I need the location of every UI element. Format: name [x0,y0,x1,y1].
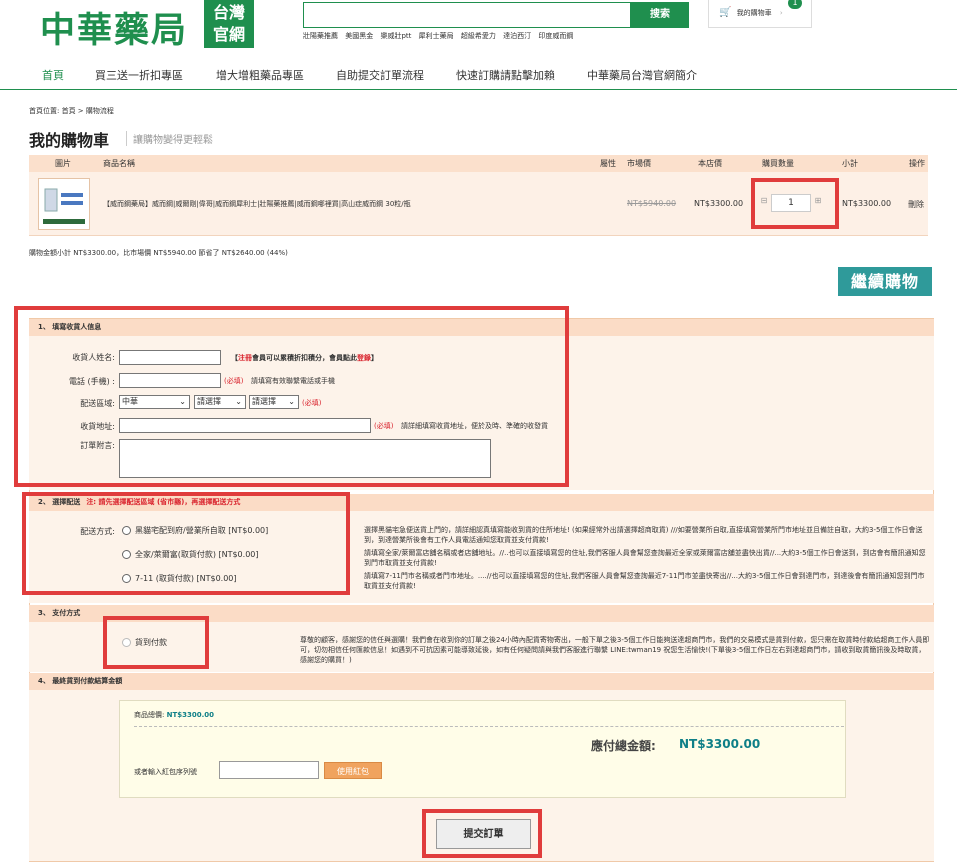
search-input[interactable] [303,2,631,28]
divider [134,726,844,727]
highlight-box [14,306,569,487]
payment-desc: 尊敬的顧客，感謝您的信任與選購！我們會在收到你的訂單之後24小時內配貨寄物寄出，… [300,636,930,664]
grand-total-label: 應付總金額: [591,739,656,753]
logo-badge-line-2: 官網 [212,25,245,44]
col-actions: 操作 [909,159,925,168]
site-logo[interactable]: 中華藥局 [40,2,188,53]
hot-keyword[interactable]: 達泊西汀 [503,32,531,40]
breadcrumb: 首頁位置: 首頁 > 購物流程 [29,107,114,115]
continue-shopping-button[interactable]: 繼續購物 [838,267,932,296]
col-attr: 屬性 [600,159,616,168]
col-name: 商品名稱 [103,159,135,168]
col-qty: 購買數量 [762,159,794,168]
logo-badge-line-1: 台灣 [212,3,245,22]
cart-icon: 🛒 [719,7,732,18]
shipping-desc-familymart: 請填寫全家/萊爾富店舖名稱或者店舖地址。//..也可以直接填寫您的住址,我們客服… [364,549,926,567]
cart-table-header: 圖片 商品名稱 屬性 市場價 本店價 購買數量 小計 操作 [29,155,928,172]
delete-link[interactable]: 刪除 [908,199,924,210]
highlight-box [22,492,350,595]
highlight-box [103,616,209,669]
nav-about[interactable]: 中華藥局台灣官網簡介 [587,67,697,83]
shipping-desc-711: 請填寫7-11門市名稱或者門市地址。....//也可以直接填寫您的住址,我們客服… [364,572,925,590]
highlight-box [751,178,839,229]
hot-keyword[interactable]: 壯陽藥推薦 [303,32,338,40]
col-image: 圖片 [55,159,71,168]
shipping-desc-home: 選擇黑貓宅急便送貨上門的，請詳細認真填寫能收到貨的住所地址! (如果經常外出請選… [364,526,923,544]
goods-total-label: 商品總價: [134,711,165,719]
col-market-price: 市場價 [627,159,651,168]
nav-discount[interactable]: 買三送一折扣專區 [95,67,183,83]
highlight-box [422,809,542,858]
grand-total-value: NT$3300.00 [679,737,761,751]
main-nav: 首頁 買三送一折扣專區 增大增粗藥品專區 自助提交訂單流程 快速訂購請點擊加賴 … [0,64,957,90]
nav-home[interactable]: 首頁 [42,67,64,83]
shop-price: NT$3300.00 [694,199,744,208]
nav-line[interactable]: 快速訂購請點擊加賴 [456,67,555,83]
nav-enlarge[interactable]: 增大增粗藥品專區 [216,67,304,83]
hot-keyword[interactable]: 美國黑金 [345,32,373,40]
item-subtotal: NT$3300.00 [842,199,892,208]
coupon-input[interactable] [219,761,319,779]
col-price: 本店價 [698,159,722,168]
hot-keyword[interactable]: 超級希愛力 [461,32,496,40]
page-title: 我的購物車 [29,131,110,150]
col-subtotal: 小計 [842,159,858,168]
product-thumbnail[interactable] [38,178,90,230]
product-name-link[interactable]: 【威而鋼藥局】威而鋼|威爾剛|偉哥|威而鋼犀利士|壯陽藥推薦|威而鋼哪裡買|高山… [103,199,411,209]
nav-order-flow[interactable]: 自助提交訂單流程 [336,67,424,83]
use-coupon-button[interactable]: 使用紅包 [324,762,382,779]
market-price: NT$5940.00 [627,199,677,208]
coupon-label: 或者輸入紅包序列號 [134,768,197,776]
site-logo-badge: 台灣 官網 [204,0,254,48]
section-total-title: 4、 最終貨到付款結算金額 [29,673,934,690]
search-button[interactable]: 搜索 [631,2,689,28]
hot-keyword[interactable]: 印度威而鋼 [538,32,573,40]
chevron-right-icon: › [779,9,783,17]
hot-keyword[interactable]: 犀利士藥局 [419,32,454,40]
cart-summary: 購物金額小計 NT$3300.00，比市場價 NT$5940.00 節省了 NT… [29,249,288,257]
goods-total: 商品總價: NT$3300.00 [134,710,214,720]
cart-label: 我的購物車 [736,9,772,17]
hot-keyword[interactable]: 樂威壯ptt [380,32,411,40]
page-subtitle: 讓購物變得更輕鬆 [126,131,213,146]
hot-keywords: 壯陽藥推薦 美國黑金 樂威壯ptt 犀利士藥局 超級希愛力 達泊西汀 印度威而鋼 [303,31,578,41]
goods-total-value: NT$3300.00 [166,711,214,719]
